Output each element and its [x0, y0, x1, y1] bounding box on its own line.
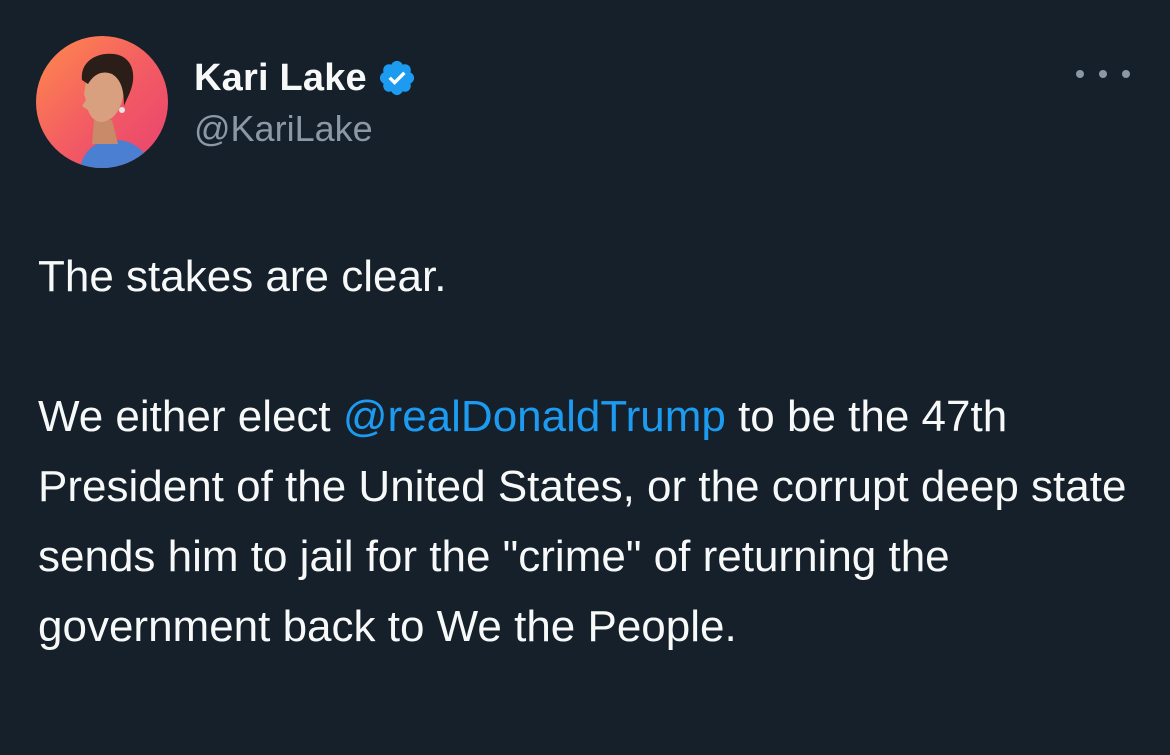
name-row: Kari Lake: [194, 54, 417, 102]
tweet-line-1: The stakes are clear.: [38, 252, 447, 301]
tweet-card: Kari Lake @KariLake The stakes are clear…: [0, 0, 1170, 755]
more-dot: [1076, 70, 1084, 78]
tweet-text: The stakes are clear. We either elect @r…: [38, 242, 1138, 662]
avatar-image: [36, 36, 168, 168]
display-name[interactable]: Kari Lake: [194, 57, 367, 100]
tweet-text-before-mention: We either elect: [38, 392, 343, 441]
mention-link[interactable]: @realDonaldTrump: [343, 392, 726, 441]
tweet-paragraph-2: We either elect @realDonaldTrump to be t…: [38, 382, 1138, 662]
author-handle[interactable]: @KariLake: [194, 108, 417, 150]
more-dot: [1122, 70, 1130, 78]
more-dot: [1099, 70, 1107, 78]
author-names: Kari Lake @KariLake: [194, 54, 417, 150]
avatar[interactable]: [36, 36, 168, 168]
verified-badge-icon: [377, 58, 417, 98]
tweet-header: Kari Lake @KariLake: [36, 36, 417, 168]
more-options-icon[interactable]: [1076, 60, 1130, 88]
